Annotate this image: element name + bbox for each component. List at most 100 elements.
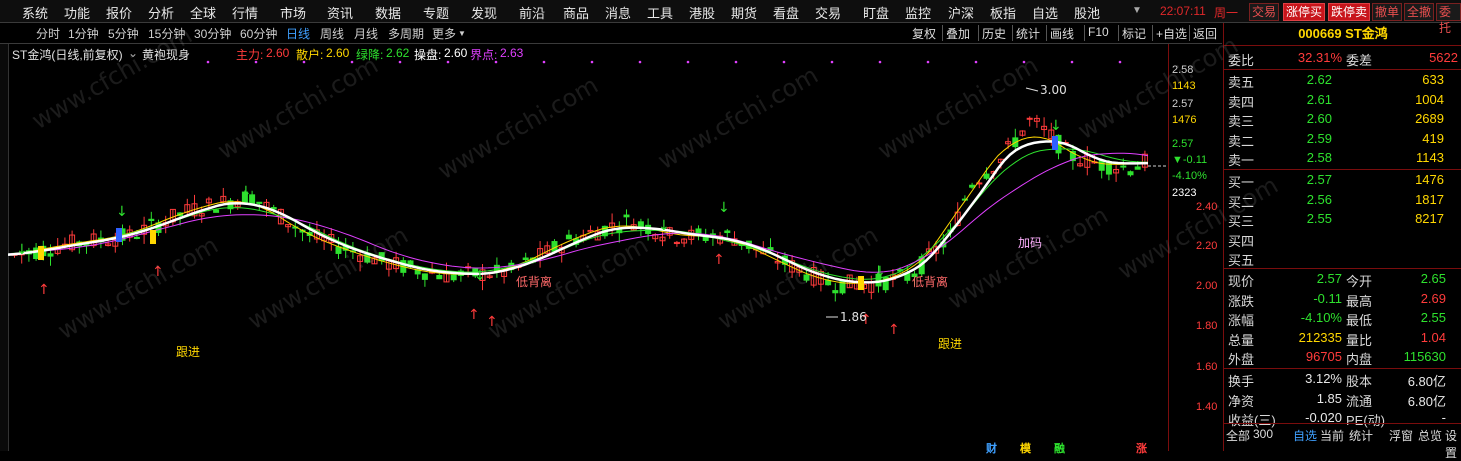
menu-item-4[interactable]: 全球	[190, 3, 216, 22]
menu-item-22[interactable]: 板指	[990, 3, 1016, 22]
menu-item-14[interactable]: 工具	[647, 3, 673, 22]
ask-price-3[interactable]: 2.59	[1280, 131, 1332, 146]
bid-row-4: 买五	[1224, 249, 1461, 268]
menu-item-13[interactable]: 消息	[605, 3, 631, 22]
toolbar-button-7[interactable]: +自选	[1156, 25, 1187, 42]
stock-title[interactable]: 000669 ST金鸿	[1224, 23, 1461, 46]
period-tab-7[interactable]: 周线	[320, 25, 344, 42]
menu-item-17[interactable]: 看盘	[773, 3, 799, 22]
trade-button-4[interactable]: 全撤	[1404, 3, 1435, 21]
menu-item-16[interactable]: 期货	[731, 3, 757, 22]
toolbar-button-3[interactable]: 统计	[1016, 25, 1040, 42]
period-tab-4[interactable]: 30分钟	[194, 25, 231, 42]
fund-row-1: 净资 1.85 流通 6.80亿	[1224, 390, 1461, 409]
menu-item-20[interactable]: 监控	[905, 3, 931, 22]
bottom-tab-7[interactable]: 设置	[1445, 427, 1461, 461]
period-tab-8[interactable]: 月线	[354, 25, 378, 42]
bottom-tab-6[interactable]: 总览	[1418, 427, 1442, 444]
candle-down	[969, 184, 976, 188]
fund-label2-1: 流通	[1346, 393, 1373, 409]
fund-value-0: 3.12%	[1305, 371, 1342, 386]
menu-item-3[interactable]: 分析	[148, 3, 174, 22]
menu-item-12[interactable]: 商品	[563, 3, 589, 22]
period-tab-0[interactable]: 分时	[36, 25, 60, 42]
fund-row-0: 换手 3.12% 股本 6.80亿	[1224, 370, 1461, 389]
ask-price-2[interactable]: 2.60	[1280, 111, 1332, 126]
candle-down	[256, 201, 263, 204]
axis-tick-7: 2323	[1172, 187, 1197, 199]
candle-down	[450, 274, 457, 281]
menu-item-15[interactable]: 港股	[689, 3, 715, 22]
event-badge-2[interactable]: 融	[1054, 440, 1065, 456]
menu-dropdown-icon[interactable]: ▼	[1132, 5, 1142, 16]
bottom-tab-3[interactable]: 当前	[1320, 427, 1344, 444]
bid-label-4: 买五	[1228, 253, 1255, 268]
menu-item-21[interactable]: 沪深	[948, 3, 974, 22]
period-tab-9[interactable]: 多周期	[388, 25, 424, 42]
axis-tick-5: ▼-0.11	[1172, 154, 1208, 166]
event-badge-0[interactable]: 财	[986, 440, 997, 456]
menu-item-9[interactable]: 专题	[423, 3, 449, 22]
trade-button-0[interactable]: 交易	[1249, 3, 1280, 21]
toolbar-button-6[interactable]: 标记	[1122, 25, 1146, 42]
menu-item-1[interactable]: 功能	[64, 3, 90, 22]
menu-item-10[interactable]: 发现	[471, 3, 497, 22]
candle-down	[623, 214, 630, 218]
bottom-tab-5[interactable]: 浮窗	[1389, 427, 1413, 444]
stat-value2-2: 2.55	[1420, 310, 1446, 325]
toolbar-divider	[1046, 25, 1047, 41]
candle-down	[695, 228, 702, 234]
divider	[1224, 368, 1461, 369]
period-tab-1[interactable]: 1分钟	[68, 25, 99, 42]
bottom-tab-2[interactable]: 自选	[1293, 427, 1317, 444]
bottom-tab-1[interactable]: 300	[1253, 427, 1273, 441]
bid-row-3: 买四	[1224, 230, 1461, 249]
bid-price-0[interactable]: 2.57	[1280, 172, 1332, 187]
ask-vol-2: 2689	[1415, 111, 1444, 126]
menu-item-7[interactable]: 资讯	[327, 3, 353, 22]
menu-item-23[interactable]: 自选	[1032, 3, 1058, 22]
menu-item-8[interactable]: 数据	[375, 3, 401, 22]
clock-time: 22:07:11	[1160, 4, 1206, 18]
menu-item-19[interactable]: 盯盘	[863, 3, 889, 22]
stat-label-3: 总量	[1228, 332, 1255, 348]
stat-row-4: 外盘 96705 内盘 115630	[1224, 348, 1461, 367]
menu-item-2[interactable]: 报价	[106, 3, 132, 22]
axis-tick-2: 2.57	[1172, 98, 1194, 110]
trade-button-1[interactable]: 涨停买	[1283, 3, 1326, 21]
period-tab-10[interactable]: 更多	[432, 25, 456, 42]
event-badge-1[interactable]: 模	[1020, 440, 1031, 456]
period-tab-5[interactable]: 60分钟	[240, 25, 277, 42]
bid-price-1[interactable]: 2.56	[1280, 192, 1332, 207]
toolbar-button-5[interactable]: F10	[1088, 25, 1109, 39]
ask-price-1[interactable]: 2.61	[1280, 92, 1332, 107]
bottom-tab-4[interactable]: 统计	[1349, 427, 1373, 444]
ask-price-4[interactable]: 2.58	[1280, 150, 1332, 165]
period-tab-6[interactable]: 日线	[286, 25, 310, 42]
high-price-pointer	[1025, 87, 1039, 92]
toolbar-divider	[1084, 25, 1085, 41]
menu-item-24[interactable]: 股池	[1074, 3, 1100, 22]
menu-item-6[interactable]: 市场	[280, 3, 306, 22]
ask-label-3: 卖二	[1228, 133, 1255, 149]
fund-value2-0: 6.80亿	[1407, 374, 1446, 389]
menu-item-5[interactable]: 行情	[232, 3, 258, 22]
signal-dot	[1070, 60, 1074, 64]
trade-button-2[interactable]: 跌停卖	[1328, 3, 1371, 21]
menu-item-11[interactable]: 前沿	[519, 3, 545, 22]
period-tab-2[interactable]: 5分钟	[108, 25, 139, 42]
more-chevron-icon[interactable]: ▼	[458, 29, 466, 38]
trade-button-5[interactable]: 委托	[1436, 3, 1461, 35]
bid-price-2[interactable]: 2.55	[1280, 211, 1332, 226]
toolbar-button-4[interactable]: 画线	[1050, 25, 1074, 42]
toolbar-button-1[interactable]: 叠加	[946, 25, 970, 42]
ask-price-0[interactable]: 2.62	[1280, 72, 1332, 87]
trade-button-3[interactable]: 撤单	[1372, 3, 1403, 21]
event-badge-3[interactable]: 涨	[1136, 440, 1147, 456]
toolbar-button-0[interactable]: 复权	[912, 25, 936, 42]
bottom-tab-0[interactable]: 全部	[1226, 427, 1250, 444]
toolbar-button-2[interactable]: 历史	[982, 25, 1006, 42]
ask-vol-0: 633	[1422, 72, 1444, 87]
menu-item-0[interactable]: 系统	[22, 3, 48, 22]
menu-item-18[interactable]: 交易	[815, 3, 841, 22]
